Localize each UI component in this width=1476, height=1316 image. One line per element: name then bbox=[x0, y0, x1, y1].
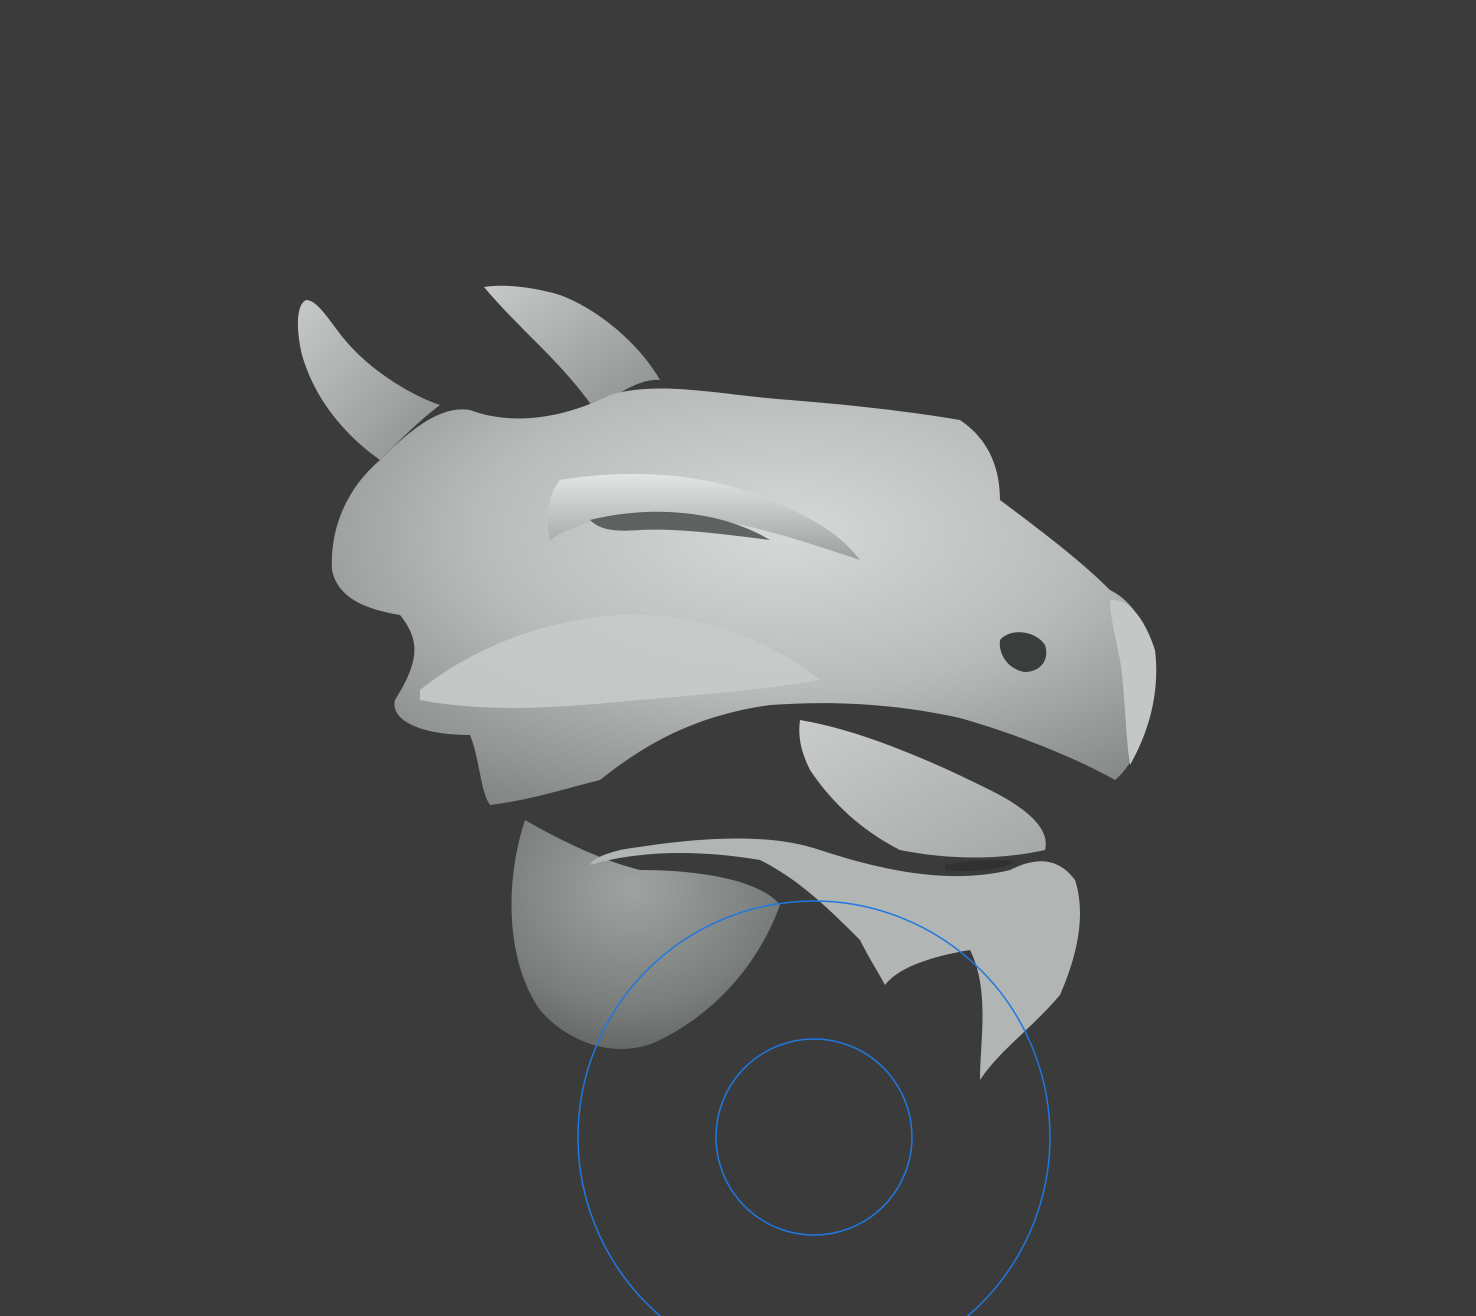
skull-mesh bbox=[331, 388, 1153, 805]
3d-viewport[interactable] bbox=[0, 0, 1476, 1316]
viewport-canvas[interactable] bbox=[0, 0, 1476, 1316]
mouth-slit-mesh bbox=[945, 859, 1015, 872]
dragon-head-model[interactable] bbox=[297, 285, 1157, 1080]
brush-falloff-ring bbox=[715, 1038, 913, 1236]
mouth-cavity-mesh bbox=[799, 720, 1046, 858]
